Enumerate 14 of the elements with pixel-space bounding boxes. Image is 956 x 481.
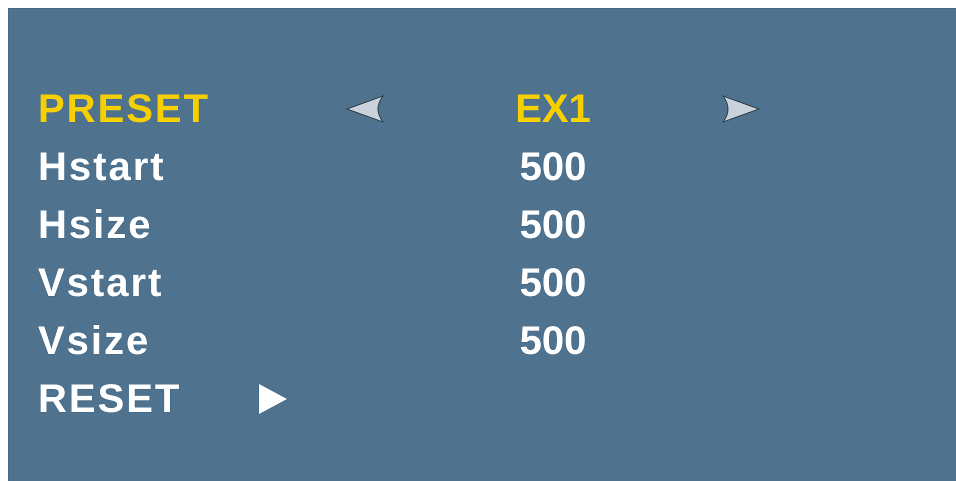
menu-label[interactable]: RESET — [38, 376, 182, 422]
right-arrow-icon[interactable] — [721, 94, 761, 124]
menu-label[interactable]: Hstart — [38, 144, 166, 190]
menu-label[interactable]: Hsize — [38, 202, 152, 248]
menu-value: 500 — [520, 260, 586, 306]
menu-value: 500 — [520, 318, 586, 364]
menu-label[interactable]: Vstart — [38, 260, 164, 306]
menu-value: 500 — [520, 144, 586, 190]
left-arrow-icon[interactable] — [345, 94, 385, 124]
menu-value: EX1 — [515, 86, 591, 132]
menu-label[interactable]: PRESET — [38, 86, 210, 132]
play-arrow-icon[interactable] — [258, 383, 288, 415]
menu-value: 500 — [520, 202, 586, 248]
menu-label[interactable]: Vsize — [38, 318, 150, 364]
